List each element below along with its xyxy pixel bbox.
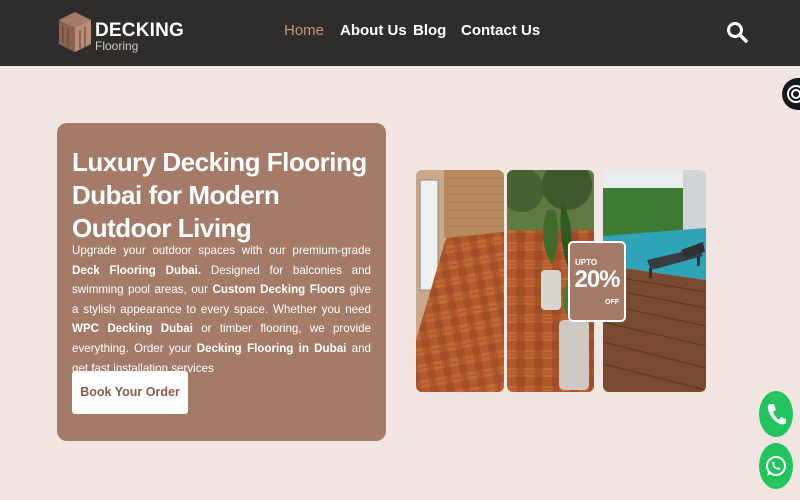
nav-home[interactable]: Home (284, 22, 324, 39)
search-icon[interactable] (726, 21, 748, 43)
brand-logo[interactable]: DECKING Flooring (57, 6, 184, 58)
brand-subtitle: Flooring (95, 39, 139, 53)
logo-mark-icon (59, 12, 91, 52)
accessibility-widget[interactable] (782, 78, 800, 110)
discount-badge: UPTO 20% OFF (568, 241, 626, 322)
discount-off: OFF (605, 299, 619, 306)
site-header: DECKING Flooring Home About Us Blog Cont… (0, 0, 800, 66)
nav-blog[interactable]: Blog (413, 22, 446, 39)
accessibility-inner-icon (791, 89, 800, 99)
discount-percent: 20% (574, 266, 620, 293)
hero-title: Luxury Decking Flooring Dubai for Modern… (72, 147, 367, 243)
hero-description: Upgrade your outdoor spaces with our pre… (72, 244, 372, 375)
nav-about-us[interactable]: About Us (340, 22, 407, 39)
call-button[interactable] (759, 391, 793, 437)
book-order-button[interactable]: Book Your Order (72, 371, 188, 414)
whatsapp-icon (766, 456, 786, 476)
whatsapp-button[interactable] (759, 443, 793, 489)
hero-card: Luxury Decking Flooring Dubai for Modern… (57, 123, 386, 441)
deck-photo-balcony (416, 170, 504, 392)
phone-icon (767, 404, 786, 425)
nav-contact-us[interactable]: Contact Us (461, 22, 540, 39)
